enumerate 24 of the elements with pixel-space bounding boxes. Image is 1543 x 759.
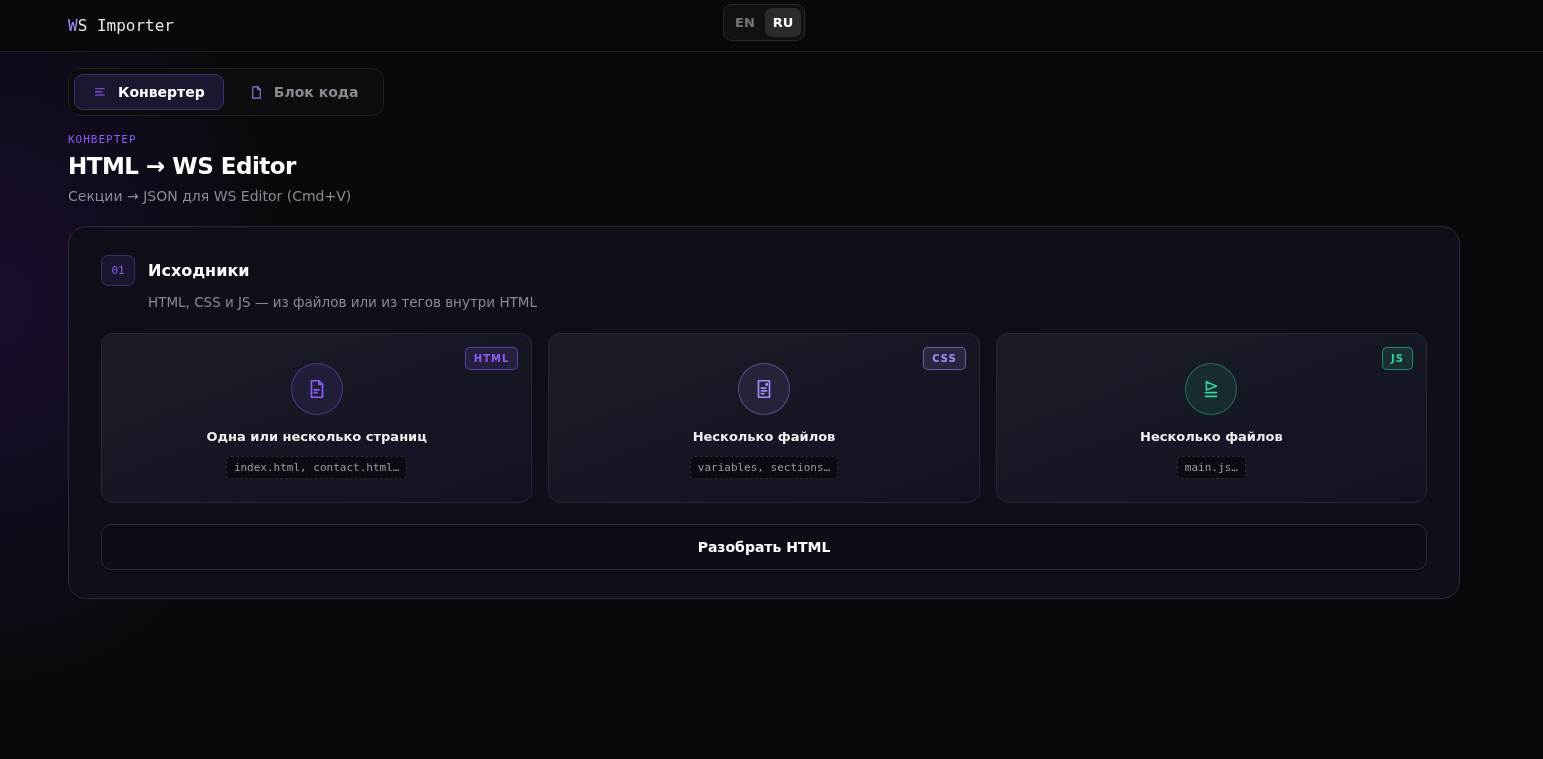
source-title: Несколько файлов (692, 429, 836, 444)
file-type-badge: CSS (923, 347, 966, 370)
app-logo: WS Importer (68, 16, 174, 35)
page-title: HTML → WS Editor (68, 153, 298, 179)
file-type-badge: JS (1382, 347, 1413, 370)
section-eyebrow: КОНВЕРТЕР (68, 133, 138, 146)
source-card[interactable]: JS Несколько файлов main.js… (995, 333, 1427, 503)
tab[interactable]: Конвертер (74, 74, 224, 110)
page-subtitle: Секции → JSON для WS Editor (Cmd+V) (68, 188, 353, 204)
step-description: HTML, CSS и JS — из файлов или из тегов внутри HTML (148, 294, 538, 310)
file-hint: main.js… (1176, 456, 1246, 479)
parse-html-button[interactable]: Разобрать HTML (101, 524, 1427, 570)
source-title: Одна или несколько страниц (206, 429, 427, 444)
file-hint: variables, sections… (689, 456, 839, 479)
file-hint: index.html, contact.html… (225, 456, 408, 479)
language-button[interactable]: EN (727, 8, 763, 37)
tab[interactable]: Блок кода (229, 74, 378, 110)
step-number: 01 (101, 255, 135, 286)
source-card[interactable]: HTML Одна или несколько страниц index.html, contact.html… (101, 333, 533, 503)
source-title: Несколько файлов (1140, 429, 1283, 444)
step-title: Исходники (148, 261, 251, 280)
language-button[interactable]: RU (764, 8, 802, 37)
file-type-badge: HTML (464, 347, 519, 370)
source-card[interactable]: CSS Несколько файлов variables, sections… (548, 333, 980, 503)
